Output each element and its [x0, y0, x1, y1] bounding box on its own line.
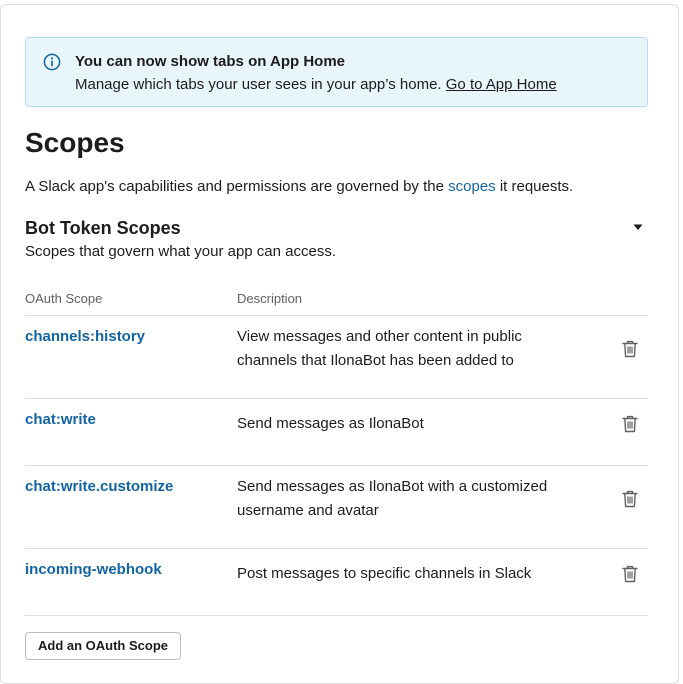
column-header-scope: OAuth Scope — [25, 291, 103, 306]
banner-description: Manage which tabs your user sees in your… — [75, 76, 442, 93]
trash-icon[interactable] — [622, 340, 638, 358]
scope-description: Send messages as IlonaBot with a customi… — [237, 478, 548, 519]
intro-text-before: A Slack app's capabilities and permissio… — [25, 178, 444, 195]
app-home-tabs-banner: You can now show tabs on App Home Manage… — [25, 37, 648, 107]
caret-down-icon[interactable] — [632, 222, 644, 232]
add-oauth-scope-button[interactable]: Add an OAuth Scope — [25, 632, 181, 660]
scope-name[interactable]: incoming-webhook — [25, 561, 162, 578]
table-bottom-divider — [25, 615, 648, 616]
scope-description: Send messages as IlonaBot — [237, 415, 424, 432]
trash-icon[interactable] — [622, 415, 638, 433]
scope-name[interactable]: channels:history — [25, 328, 145, 345]
section-title: Bot Token Scopes — [25, 218, 181, 238]
table-row: chat:write.customize Send messages as Il… — [25, 465, 648, 549]
trash-icon[interactable] — [622, 565, 638, 583]
scope-description: View messages and other content in publi… — [237, 328, 522, 369]
scope-description: Post messages to specific channels in Sl… — [237, 565, 532, 582]
banner-title: You can now show tabs on App Home — [75, 53, 346, 70]
table-row: incoming-webhook Post messages to specif… — [25, 548, 648, 616]
page-title: Scopes — [25, 127, 125, 158]
intro-text-after: it requests. — [499, 178, 574, 195]
table-row: chat:write Send messages as IlonaBot — [25, 398, 648, 466]
scopes-intro: A Slack app's capabilities and permissio… — [25, 178, 573, 195]
column-header-description: Description — [237, 291, 303, 306]
go-to-app-home-link[interactable]: Go to App Home — [446, 76, 557, 93]
scopes-link[interactable]: scopes — [448, 178, 496, 195]
scope-name[interactable]: chat:write.customize — [25, 478, 173, 495]
trash-icon[interactable] — [622, 490, 638, 508]
scope-name[interactable]: chat:write — [25, 411, 96, 428]
info-icon — [43, 53, 61, 71]
section-subtitle: Scopes that govern what your app can acc… — [25, 243, 337, 260]
table-row: channels:history View messages and other… — [25, 315, 648, 399]
banner-text: Manage which tabs your user sees in your… — [75, 76, 557, 93]
